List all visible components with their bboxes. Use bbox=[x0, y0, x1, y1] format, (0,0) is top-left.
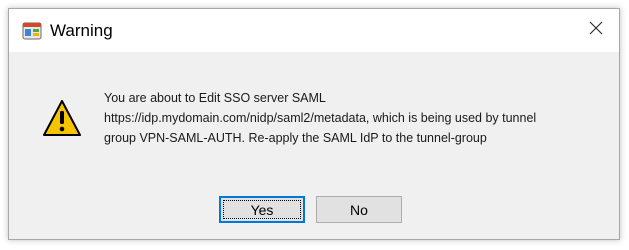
app-window-icon bbox=[22, 21, 42, 41]
warning-message: You are about to Edit SSO server SAML ht… bbox=[104, 88, 604, 148]
warning-icon bbox=[42, 99, 82, 137]
yes-button[interactable]: Yes bbox=[219, 196, 305, 223]
close-button[interactable] bbox=[573, 9, 619, 52]
message-line: group VPN-SAML-AUTH. Re-apply the SAML I… bbox=[104, 131, 487, 145]
title-bar[interactable]: Warning bbox=[9, 9, 619, 52]
focus-ring bbox=[223, 200, 301, 219]
no-button-label: No bbox=[350, 201, 368, 218]
close-icon bbox=[589, 21, 603, 40]
message-line: https://idp.mydomain.com/nidp/saml2/meta… bbox=[104, 111, 537, 125]
window-title: Warning bbox=[50, 21, 113, 40]
no-button[interactable]: No bbox=[316, 196, 402, 223]
warning-dialog: Warning You are about to Edit SSO server… bbox=[8, 8, 620, 240]
message-line: You are about to Edit SSO server SAML bbox=[104, 91, 326, 105]
